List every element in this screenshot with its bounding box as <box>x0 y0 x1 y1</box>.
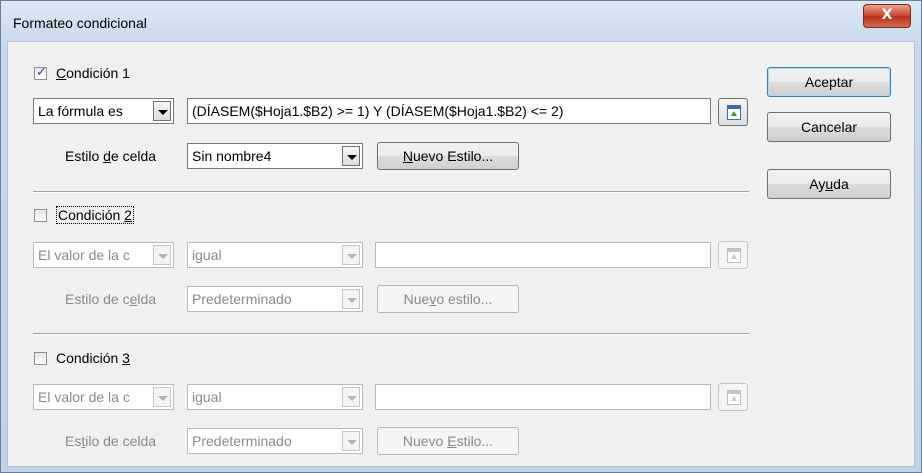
condition-2-label[interactable]: Condición 2 <box>56 206 134 224</box>
close-icon: X <box>881 7 893 23</box>
condition-3-shrink-button[interactable] <box>718 383 748 411</box>
dialog-window: Formateo condicional X ✓ Condición 1 La … <box>0 0 922 473</box>
close-button[interactable]: X <box>863 4 911 28</box>
condition-3-type-select[interactable]: El valor de la c <box>33 384 174 410</box>
condition-1-label[interactable]: Condición 1 <box>56 65 130 81</box>
condition-1-shrink-button[interactable] <box>718 98 748 126</box>
chevron-down-icon[interactable] <box>153 387 171 407</box>
condition-2-style-select[interactable]: Predeterminado <box>187 286 363 312</box>
condition-3-style-label: Estilo de celda <box>65 433 157 449</box>
condition-2-new-style-button[interactable]: Nuevo estilo... <box>377 285 519 313</box>
condition-1-type-select[interactable]: La fórmula es <box>33 98 174 124</box>
title-bar[interactable]: Formateo condicional X <box>1 1 921 41</box>
condition-1-checkbox[interactable]: ✓ <box>34 65 47 80</box>
condition-3-style-select[interactable]: Predeterminado <box>187 428 363 454</box>
shrink-dialog-icon <box>727 390 741 405</box>
condition-2-style-label: Estilo de celda <box>65 291 157 307</box>
chevron-down-icon[interactable] <box>342 146 360 166</box>
condition-3-label[interactable]: Condición 3 <box>56 350 130 366</box>
chevron-down-icon[interactable] <box>342 387 360 407</box>
condition-1-style-select[interactable]: Sin nombre4 <box>187 143 363 169</box>
dialog-title: Formateo condicional <box>13 15 147 31</box>
condition-2-shrink-button[interactable] <box>718 241 748 269</box>
dialog-body: ✓ Condición 1 La fórmula es (DÍASEM($Hoj… <box>7 41 915 467</box>
chevron-down-icon[interactable] <box>153 101 171 121</box>
checkmark-icon: ✓ <box>36 65 47 80</box>
condition-2-checkbox[interactable] <box>34 209 47 222</box>
condition-3-value-input[interactable] <box>375 384 711 410</box>
chevron-down-icon[interactable] <box>342 245 360 265</box>
separator <box>33 333 749 335</box>
separator <box>33 191 749 193</box>
help-button[interactable]: Ayuda <box>767 169 891 199</box>
condition-2-value-input[interactable] <box>375 242 711 268</box>
condition-2-operator-select[interactable]: igual <box>187 242 363 268</box>
condition-3-new-style-button[interactable]: Nuevo Estilo... <box>377 427 519 455</box>
chevron-down-icon[interactable] <box>342 431 360 451</box>
condition-1-style-label: Estilo de celda <box>65 148 157 164</box>
condition-1-formula-input[interactable]: (DÍASEM($Hoja1.$B2) >= 1) Y (DÍASEM($Hoj… <box>187 98 711 124</box>
shrink-dialog-icon <box>727 248 741 263</box>
ok-button[interactable]: Aceptar <box>767 67 891 97</box>
condition-3-operator-select[interactable]: igual <box>187 384 363 410</box>
chevron-down-icon[interactable] <box>342 289 360 309</box>
condition-2-type-select[interactable]: El valor de la c <box>33 242 174 268</box>
condition-3-checkbox[interactable] <box>34 352 47 365</box>
shrink-dialog-icon <box>727 105 741 120</box>
condition-1-new-style-button[interactable]: Nuevo Estilo... <box>377 142 519 170</box>
chevron-down-icon[interactable] <box>153 245 171 265</box>
cancel-button[interactable]: Cancelar <box>767 112 891 142</box>
